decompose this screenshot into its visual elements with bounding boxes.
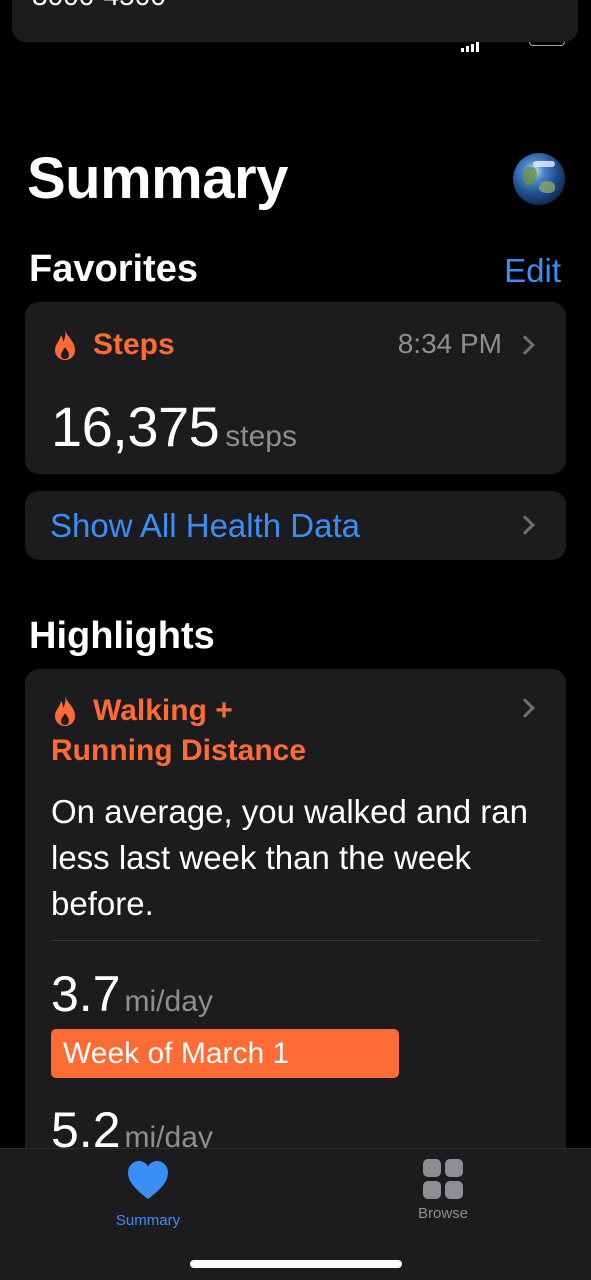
chevron-right-icon [515, 515, 535, 535]
chevron-right-icon [515, 698, 535, 718]
tab-browse[interactable]: Browse [383, 1159, 503, 1222]
heart-icon [128, 1161, 168, 1199]
chevron-right-icon [515, 335, 535, 355]
highlight-title: Walking + Running Distance [51, 691, 393, 771]
show-all-health-data-button[interactable]: Show All Health Data [25, 491, 566, 560]
steps-timestamp: 8:34 PM [397, 328, 502, 359]
highlight-description: On average, you walked and ran less last… [51, 793, 528, 922]
steps-unit: steps [225, 420, 297, 453]
profile-avatar[interactable] [513, 153, 565, 205]
walking-running-highlight-card[interactable]: Walking + Running Distance On average, y… [25, 669, 566, 1169]
highlight-title-line1: Walking + [93, 694, 233, 727]
tab-browse-label: Browse [417, 1205, 469, 1222]
notification-banner[interactable]: 3000-4500 [12, 0, 578, 42]
steps-card[interactable]: Steps 8:34 PM 16,375 steps [25, 302, 566, 474]
week-bar: Week of March 1 [51, 1029, 399, 1078]
metric-unit: mi/day [124, 985, 213, 1018]
flame-icon [55, 696, 75, 726]
banner-text: 3000-4500 [32, 0, 166, 10]
steps-label: Steps [93, 328, 175, 361]
home-indicator[interactable] [190, 1260, 402, 1268]
page-title: Summary [27, 146, 288, 211]
favorites-heading: Favorites [29, 248, 198, 290]
tab-summary[interactable]: Summary [88, 1159, 208, 1229]
edit-button[interactable]: Edit [504, 252, 561, 290]
tab-summary-label: Summary [115, 1212, 181, 1229]
show-all-label: Show All Health Data [50, 507, 361, 544]
flame-icon [55, 330, 75, 360]
highlights-heading: Highlights [29, 615, 215, 657]
steps-value: 16,375 [51, 395, 220, 458]
highlight-title-line2: Running Distance [51, 734, 307, 767]
metric-value: 3.7 [51, 966, 121, 1022]
divider [51, 940, 540, 941]
grid-icon [423, 1159, 463, 1199]
